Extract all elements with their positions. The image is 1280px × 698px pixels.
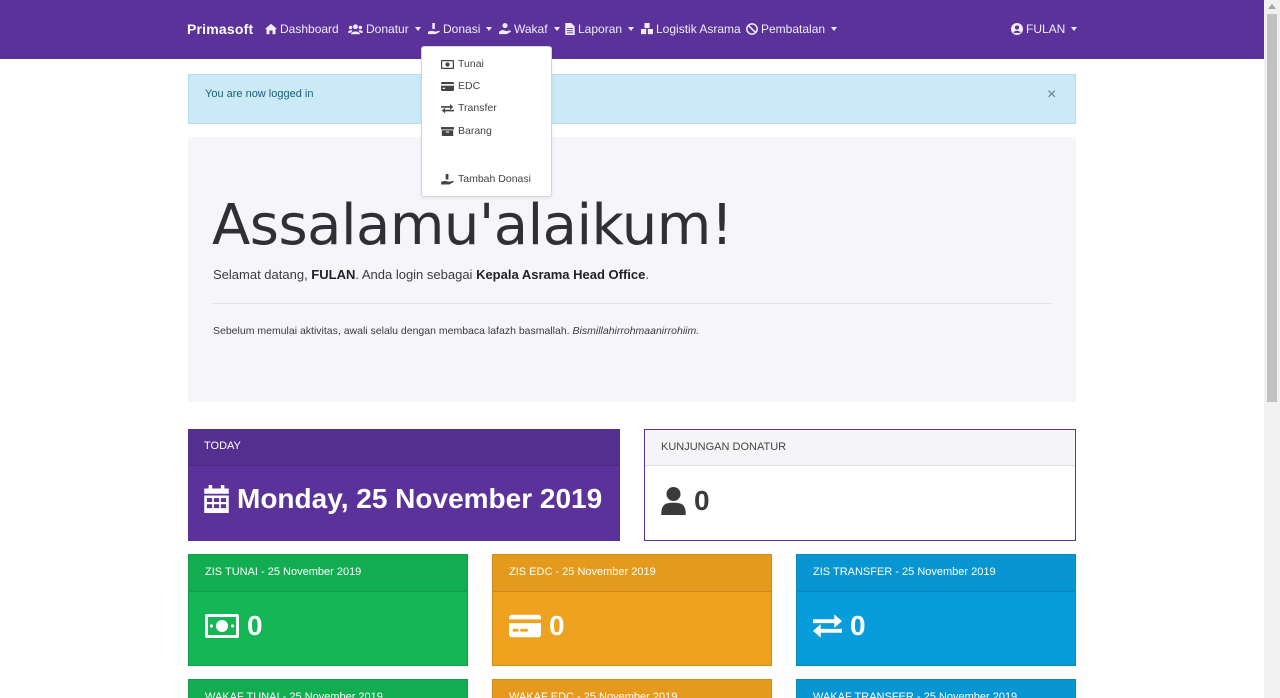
- today-card: TODAY Monday, 25 November 2019: [188, 429, 620, 541]
- divider: [213, 303, 1051, 304]
- zis-edc-value: 0: [509, 610, 565, 642]
- lead-suffix: .: [645, 267, 649, 282]
- welcome-note: Sebelum memulai aktivitas, awali selalu …: [213, 325, 699, 337]
- exchange-icon: [441, 103, 454, 113]
- zis-tunai-count: 0: [247, 610, 263, 641]
- cubes-icon: [641, 23, 653, 35]
- wakaf-edc-card: WAKAF EDC - 25 November 2019: [492, 679, 772, 698]
- archive-icon: [441, 126, 454, 136]
- user-name: FULAN: [1026, 22, 1066, 36]
- scrollbar-thumb[interactable]: [1267, 14, 1277, 402]
- hand-holding-icon: [441, 173, 454, 185]
- zis-edc-count: 0: [549, 610, 565, 641]
- file-icon: [565, 23, 575, 35]
- dropdown-transfer-label: Transfer: [458, 102, 497, 114]
- scroll-up-arrow-icon[interactable]: [1268, 4, 1276, 9]
- nav-pembatalan-label: Pembatalan: [761, 22, 826, 36]
- money-bill-icon: [441, 59, 454, 69]
- user-circle-icon: [1011, 23, 1023, 35]
- ban-icon: [746, 23, 758, 35]
- nav-wakaf[interactable]: Wakaf: [499, 22, 560, 36]
- dropdown-item-tunai[interactable]: Tunai: [441, 58, 484, 70]
- top-navbar: Primasoft Dashboard Donatur Donasi Wakaf…: [0, 0, 1264, 59]
- dropdown-tambah-label: Tambah Donasi: [458, 173, 531, 185]
- chevron-down-icon: [831, 27, 838, 31]
- note-text: Sebelum memulai aktivitas, awali selalu …: [213, 325, 573, 337]
- nav-logistik-label: Logistik Asrama: [656, 22, 741, 36]
- user-name-bold: FULAN: [311, 267, 356, 282]
- zis-edc-header: ZIS EDC - 25 November 2019: [493, 555, 771, 592]
- welcome-lead: Selamat datang, FULAN. Anda login sebaga…: [213, 267, 649, 282]
- nav-dashboard-label: Dashboard: [280, 22, 339, 36]
- kunjungan-card-header: KUNJUNGAN DONATUR: [645, 430, 1075, 466]
- zis-tunai-value: 0: [205, 610, 263, 642]
- exchange-icon: [813, 614, 842, 638]
- nav-donasi-label: Donasi: [443, 22, 481, 36]
- chevron-down-icon: [414, 27, 421, 31]
- note-italic: Bismillahirrohmaanirrohiim.: [572, 325, 700, 337]
- wakaf-edc-header: WAKAF EDC - 25 November 2019: [493, 680, 771, 698]
- dashboard-page: Primasoft Dashboard Donatur Donasi Wakaf…: [0, 0, 1280, 698]
- chevron-down-icon: [486, 27, 493, 31]
- today-date-text: Monday, 25 November 2019: [237, 483, 603, 514]
- zis-edc-card: ZIS EDC - 25 November 2019 0: [492, 554, 772, 666]
- dropdown-edc-label: EDC: [458, 80, 481, 92]
- chevron-down-icon: [1071, 27, 1078, 31]
- dropdown-item-tambah-donasi[interactable]: Tambah Donasi: [441, 173, 531, 185]
- alert-message: You are now logged in: [205, 88, 314, 100]
- nav-laporan-label: Laporan: [578, 22, 623, 36]
- zis-tunai-header: ZIS TUNAI - 25 November 2019: [189, 555, 467, 592]
- nav-wakaf-label: Wakaf: [514, 22, 548, 36]
- zis-transfer-count: 0: [850, 610, 866, 641]
- credit-card-icon: [441, 81, 454, 91]
- wakaf-tunai-header: WAKAF TUNAI - 25 November 2019: [189, 680, 467, 698]
- chevron-down-icon: [628, 27, 635, 31]
- login-alert: You are now logged in ×: [188, 74, 1076, 124]
- today-card-header: TODAY: [188, 429, 620, 466]
- money-bill-icon: [205, 614, 239, 638]
- lead-middle: . Anda login sebagai: [355, 267, 477, 282]
- today-date: Monday, 25 November 2019: [204, 483, 602, 515]
- welcome-jumbotron: Assalamu'alaikum! Selamat datang, FULAN.…: [188, 137, 1076, 402]
- role-bold: Kepala Asrama Head Office: [476, 267, 646, 282]
- nav-laporan[interactable]: Laporan: [565, 22, 635, 36]
- nav-donatur-label: Donatur: [366, 22, 409, 36]
- dropdown-barang-label: Barang: [458, 125, 492, 137]
- kunjungan-count: 0: [694, 485, 710, 516]
- close-icon[interactable]: ×: [1047, 86, 1056, 104]
- nav-donasi[interactable]: Donasi: [428, 22, 493, 36]
- dropdown-tunai-label: Tunai: [458, 58, 484, 70]
- wakaf-tunai-card: WAKAF TUNAI - 25 November 2019: [188, 679, 468, 698]
- user-hand-icon: [499, 23, 511, 35]
- donasi-dropdown-menu: Tunai EDC Transfer Barang Tambah Donasi: [421, 46, 552, 197]
- kunjungan-donatur-card: KUNJUNGAN DONATUR 0: [644, 429, 1076, 541]
- dropdown-item-barang[interactable]: Barang: [441, 125, 492, 137]
- user-icon: [661, 487, 686, 515]
- user-menu[interactable]: FULAN: [1011, 22, 1078, 36]
- zis-transfer-value: 0: [813, 610, 866, 642]
- lead-prefix: Selamat datang,: [213, 267, 312, 282]
- kunjungan-value: 0: [661, 485, 710, 517]
- wakaf-transfer-card: WAKAF TRANSFER - 25 November 2019: [796, 679, 1076, 698]
- wakaf-transfer-header: WAKAF TRANSFER - 25 November 2019: [797, 680, 1075, 698]
- zis-transfer-header: ZIS TRANSFER - 25 November 2019: [797, 555, 1075, 592]
- dropdown-item-transfer[interactable]: Transfer: [441, 102, 497, 114]
- users-icon: [348, 24, 363, 35]
- welcome-title: Assalamu'alaikum!: [212, 193, 733, 258]
- zis-tunai-card: ZIS TUNAI - 25 November 2019 0: [188, 554, 468, 666]
- nav-logistik-asrama[interactable]: Logistik Asrama: [641, 22, 741, 36]
- dropdown-item-edc[interactable]: EDC: [441, 80, 480, 92]
- nav-pembatalan[interactable]: Pembatalan: [746, 22, 838, 36]
- chevron-down-icon: [553, 27, 560, 31]
- brand-logo[interactable]: Primasoft: [187, 21, 253, 37]
- nav-donatur[interactable]: Donatur: [348, 22, 421, 36]
- home-icon: [265, 23, 277, 35]
- hand-holding-icon: [428, 23, 440, 35]
- calendar-icon: [204, 485, 229, 513]
- nav-dashboard[interactable]: Dashboard: [265, 22, 339, 36]
- credit-card-icon: [509, 614, 541, 638]
- zis-transfer-card: ZIS TRANSFER - 25 November 2019 0: [796, 554, 1076, 666]
